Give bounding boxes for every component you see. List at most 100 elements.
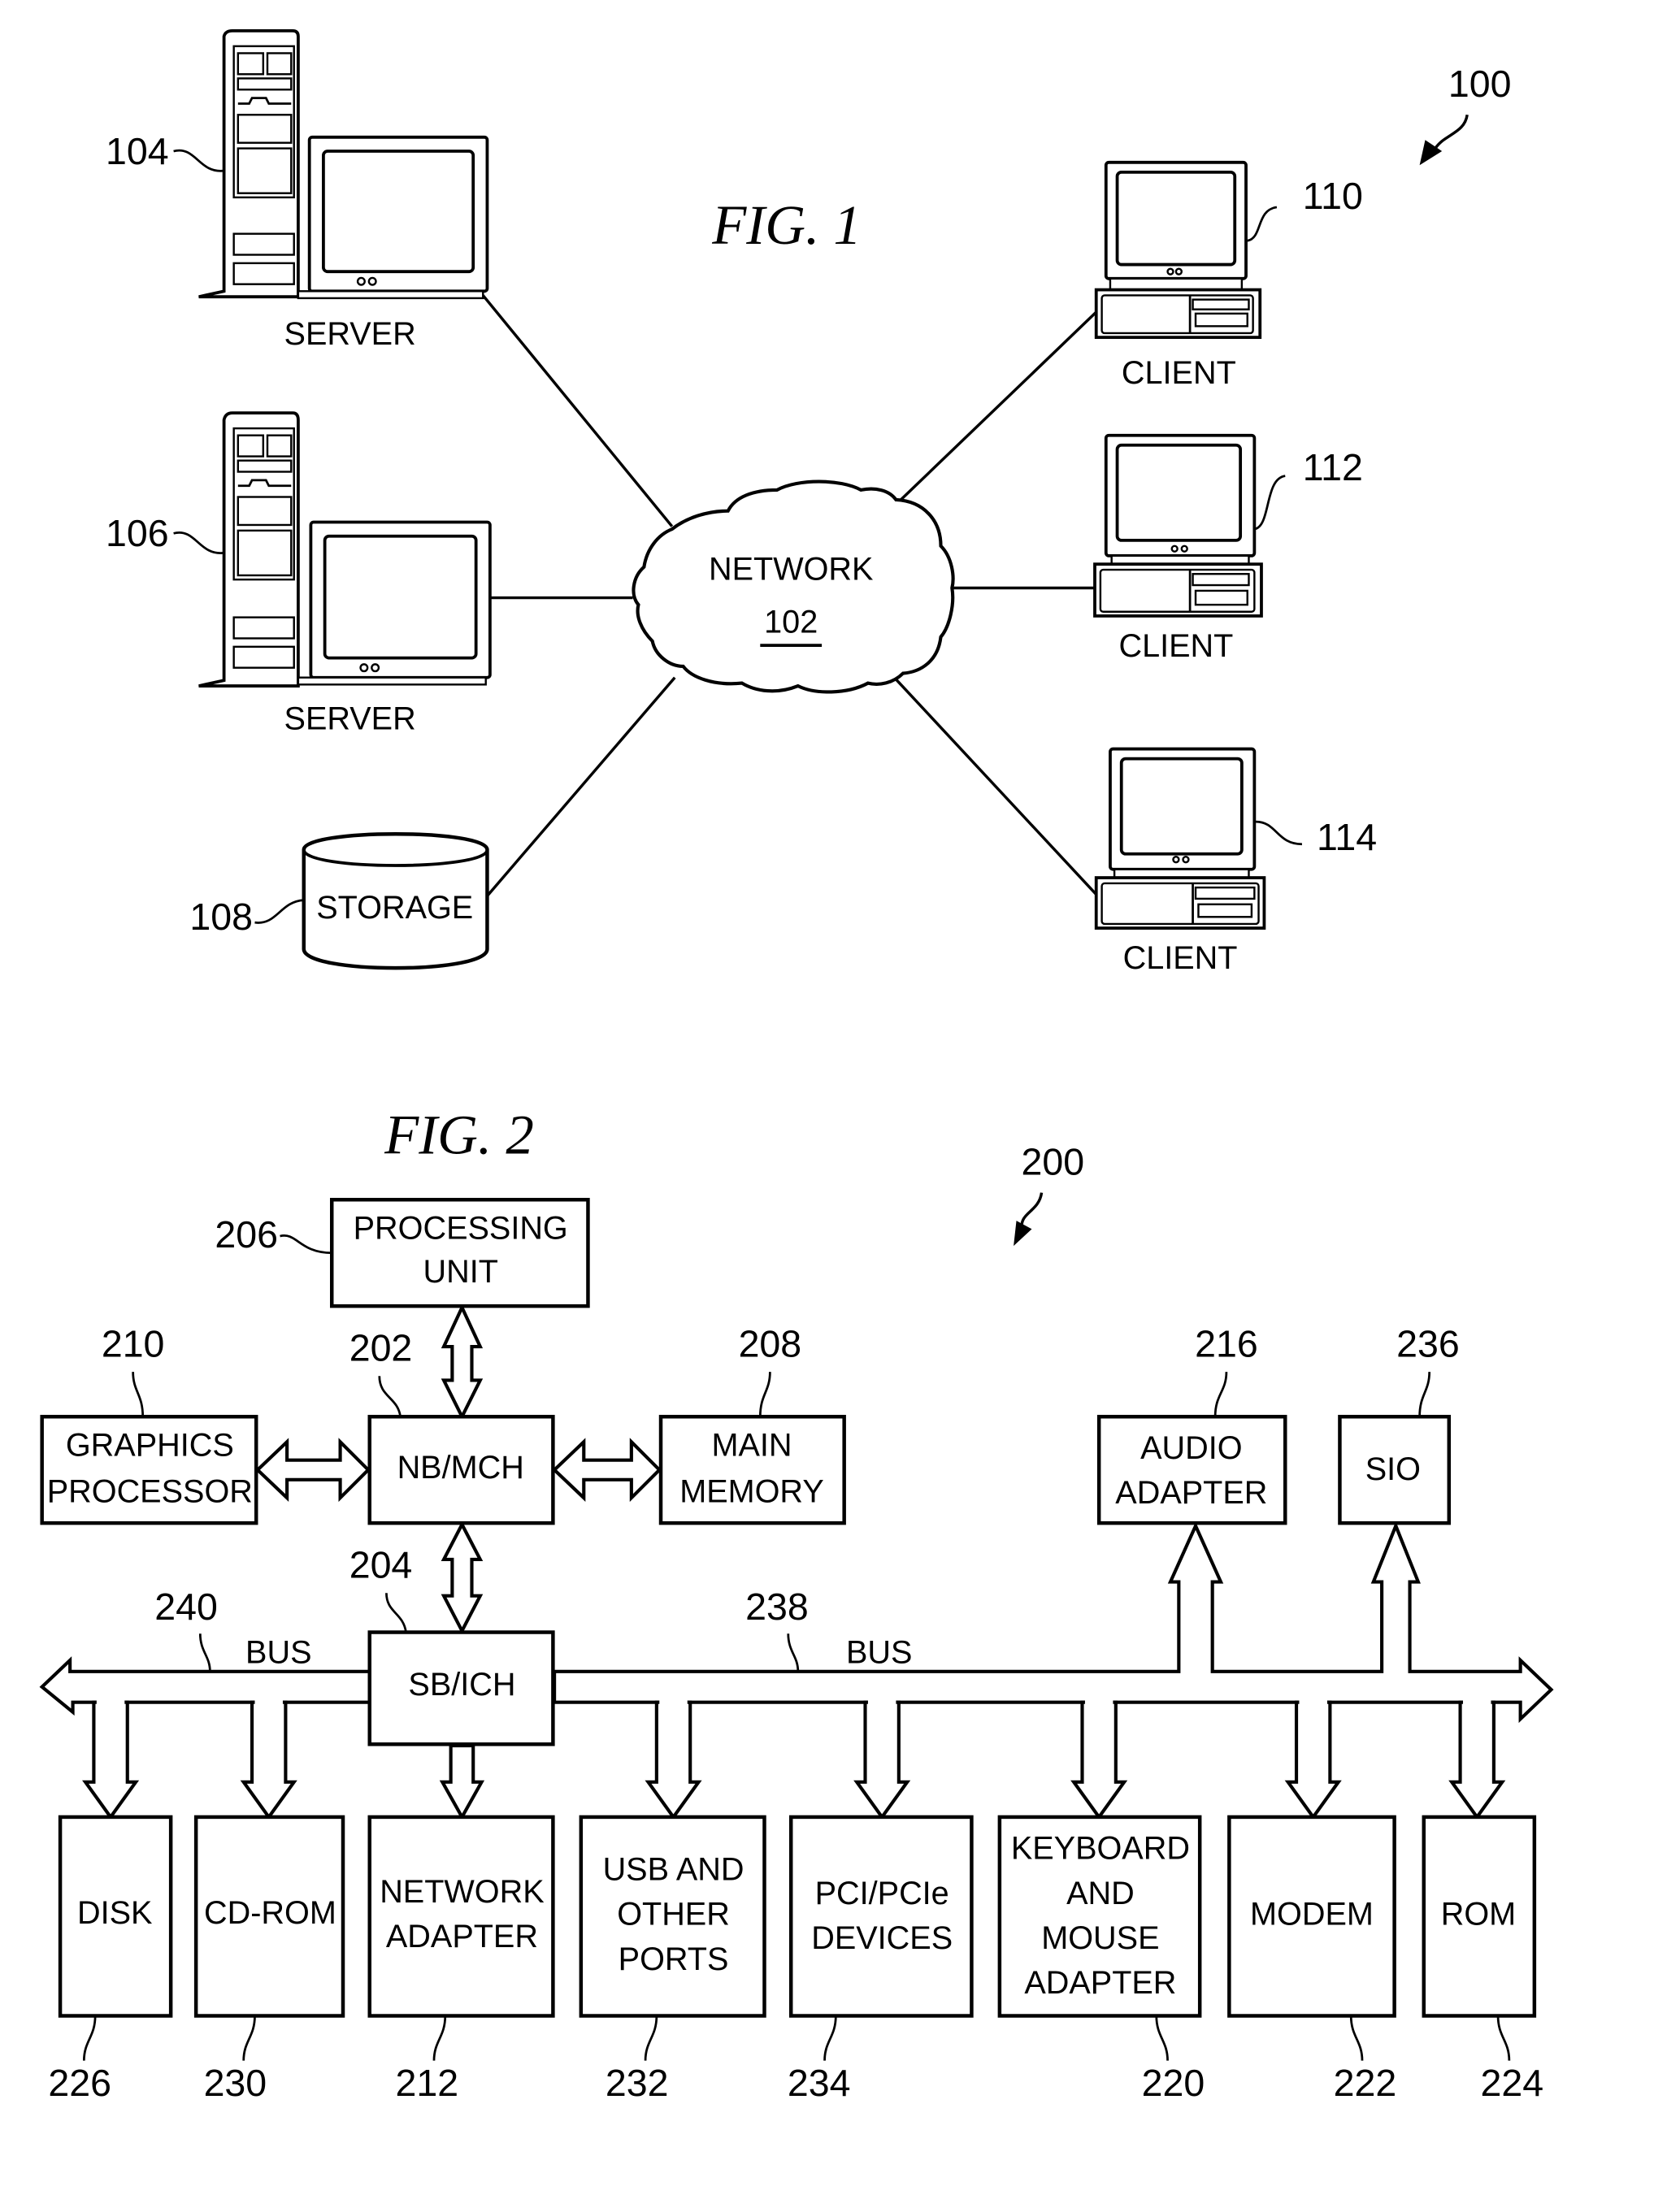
leader-line — [644, 2015, 658, 2061]
pci-devices-block[interactable]: PCI/PCIe DEVICES — [788, 1815, 974, 2018]
cd-rom-block[interactable]: CD-ROM — [193, 1815, 345, 2018]
client-computer-icon — [1094, 160, 1262, 340]
keyboard-mouse-line-2: AND — [1066, 1876, 1135, 1911]
nb-mch-block[interactable]: NB/MCH — [367, 1415, 555, 1525]
client-112[interactable]: CLIENT — [1093, 433, 1263, 664]
modem-ref: 222 — [1334, 2062, 1397, 2104]
leader-line — [82, 2015, 97, 2061]
figure-2-title: FIG. 2 — [384, 1104, 534, 1166]
down-arrow-icon — [853, 1700, 911, 1820]
leader-line — [280, 1234, 332, 1255]
client-computer-icon — [1094, 747, 1266, 930]
sio-block[interactable]: SIO — [1338, 1415, 1452, 1525]
storage-108[interactable]: STORAGE — [302, 832, 489, 970]
audio-adapter-block[interactable]: AUDIO ADAPTER — [1096, 1415, 1287, 1525]
disk-ref: 226 — [48, 2062, 111, 2104]
leader-line — [1247, 206, 1278, 242]
reference-arrow-icon — [1014, 1192, 1044, 1247]
reference-arrow-icon — [1419, 114, 1469, 166]
figure-1-title: FIG. 1 — [711, 194, 862, 256]
server-104-ref: 104 — [106, 130, 169, 172]
keyboard-mouse-line-3: MOUSE — [1041, 1920, 1159, 1956]
usb-ports-ref: 232 — [606, 2062, 669, 2104]
keyboard-mouse-line-4: ADAPTER — [1024, 1965, 1176, 2001]
processing-unit-ref: 206 — [215, 1213, 278, 1256]
sb-ich-block[interactable]: SB/ICH — [367, 1630, 555, 1746]
leader-line — [1253, 475, 1286, 531]
main-memory-line-2: MEMORY — [679, 1473, 824, 1509]
figure-2: FIG. 2 200 BUS 240 BUS 238 PROCESSING UN… — [39, 1104, 1554, 2104]
server-monitor-icon — [297, 520, 492, 686]
client-112-ref: 112 — [1303, 446, 1363, 488]
graphics-processor-line-1: GRAPHICS — [66, 1428, 234, 1464]
double-arrow-icon — [552, 1438, 662, 1503]
usb-ports-line-3: PORTS — [619, 1941, 729, 1977]
keyboard-mouse-adapter-block[interactable]: KEYBOARD AND MOUSE ADAPTER — [997, 1815, 1202, 2018]
leader-line — [132, 1372, 145, 1417]
sb-ich-ref: 204 — [349, 1544, 413, 1586]
network-adapter-block[interactable]: NETWORK ADAPTER — [367, 1815, 555, 2018]
disk-block[interactable]: DISK — [58, 1815, 173, 2018]
usb-ports-line-1: USB AND — [603, 1852, 744, 1888]
bus-left-ref: 240 — [154, 1586, 218, 1628]
leader-line — [432, 2015, 447, 2061]
graphics-processor-ref: 210 — [102, 1322, 165, 1364]
server-monitor-icon — [297, 135, 489, 300]
double-arrow-icon — [441, 1303, 484, 1421]
network-adapter-line-2: ADAPTER — [386, 1919, 538, 1954]
double-arrow-icon — [254, 1438, 371, 1503]
client-114-ref: 114 — [1317, 816, 1377, 858]
graphics-processor-block[interactable]: GRAPHICS PROCESSOR — [40, 1415, 258, 1525]
link-server-104 — [481, 294, 674, 527]
graphics-processor-line-2: PROCESSOR — [47, 1473, 253, 1509]
server-tower-icon — [198, 29, 300, 299]
leader-line — [823, 2015, 837, 2061]
leader-line — [378, 1376, 402, 1417]
device-refs: 226 230 212 232 234 220 222 224 — [48, 2015, 1544, 2104]
processing-unit-block[interactable]: PROCESSING UNIT — [329, 1198, 590, 1308]
down-arrow-icon — [1070, 1700, 1128, 1820]
client-110-ref: 110 — [1303, 175, 1363, 217]
server-106-ref: 106 — [106, 512, 169, 554]
client-114-label: CLIENT — [1123, 940, 1238, 976]
main-memory-line-1: MAIN — [711, 1428, 792, 1464]
pci-devices-ref: 234 — [788, 2062, 851, 2104]
server-104[interactable]: SERVER — [198, 29, 489, 352]
leader-line — [1418, 1372, 1431, 1417]
leader-line — [787, 1633, 800, 1672]
pci-devices-line-1: PCI/PCIe — [815, 1876, 949, 1911]
leader-line — [242, 2015, 256, 2061]
leader-line — [1213, 1372, 1228, 1417]
link-storage-108 — [486, 676, 676, 897]
rom-ref: 224 — [1481, 2062, 1544, 2104]
figure-1: FIG. 1 100 NETWORK 102 SERVER 104 SERVER… — [106, 29, 1512, 977]
modem-block[interactable]: MODEM — [1227, 1815, 1396, 2018]
down-arrow-icon — [240, 1700, 297, 1820]
server-106[interactable]: SERVER — [198, 411, 492, 737]
leader-line — [385, 1593, 407, 1633]
main-memory-block[interactable]: MAIN MEMORY — [658, 1415, 846, 1525]
storage-label: STORAGE — [316, 890, 473, 926]
disk-label: DISK — [77, 1895, 152, 1931]
bus-band — [39, 1656, 371, 1716]
audio-adapter-ref: 216 — [1195, 1322, 1258, 1364]
leader-line — [173, 531, 224, 554]
audio-adapter-line-1: AUDIO — [1140, 1430, 1242, 1466]
processing-unit-line-1: PROCESSING — [354, 1211, 568, 1247]
rom-block[interactable]: ROM — [1422, 1815, 1537, 2018]
down-arrow-icon — [82, 1700, 140, 1820]
network-adapter-ref: 212 — [396, 2062, 459, 2104]
modem-label: MODEM — [1250, 1897, 1374, 1933]
nb-mch-ref: 202 — [349, 1327, 413, 1369]
leader-line — [1155, 2015, 1169, 2061]
usb-ports-block[interactable]: USB AND OTHER PORTS — [579, 1815, 766, 2018]
device-row: DISK CD-ROM NETWORK ADAPTER USB AND OTHE… — [58, 1815, 1537, 2018]
link-client-110 — [883, 310, 1099, 517]
main-memory-ref: 208 — [739, 1322, 802, 1364]
sio-label: SIO — [1365, 1451, 1421, 1487]
client-110[interactable]: CLIENT — [1094, 160, 1262, 391]
figure-1-ref-label: 100 — [1448, 63, 1512, 105]
network-ref: 102 — [764, 605, 818, 640]
leader-line — [1496, 2015, 1511, 2061]
client-114[interactable]: CLIENT — [1094, 747, 1266, 977]
